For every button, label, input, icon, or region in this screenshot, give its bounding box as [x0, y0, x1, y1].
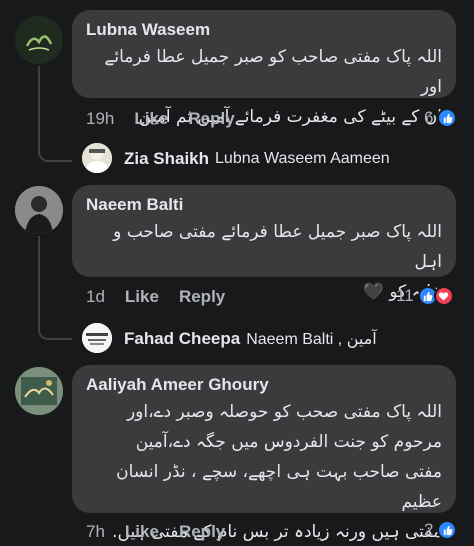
comment-actions: 1d Like Reply: [86, 287, 225, 307]
comments-page: Lubna Waseem اللہ پاک مفتی صاحب کو صبر ج…: [0, 0, 474, 546]
comment-text-line: اللہ پاک مفتی صاحب کو صبر جمیل عطا فرمائ…: [104, 47, 442, 97]
like-reaction-icon: [437, 108, 458, 128]
comment-bubble-lubna: Lubna Waseem اللہ پاک مفتی صاحب کو صبر ج…: [72, 10, 456, 127]
like-button[interactable]: Like: [125, 287, 159, 307]
reply-zia: Zia Shaikh Lubna Waseem Aameen: [124, 149, 390, 169]
reaction-summary[interactable]: 6: [424, 108, 458, 128]
thread-connector: [38, 66, 72, 162]
love-reaction-icon: [433, 286, 454, 306]
comment-text-line: مفتی صاحب بہت ہی اچھے، سچے ، نڈر انسان ع…: [116, 462, 442, 512]
reply-button[interactable]: Reply: [179, 522, 225, 542]
comment-bubble-naeem: Naeem Balti اللہ پاک صبر جمیل عطا فرمائے…: [72, 185, 456, 302]
comment-author[interactable]: Naeem Balti: [86, 195, 442, 215]
comment-text-line: اللہ پاک مفتی صحب کو حوصلہ وصبر دے،اور: [126, 402, 442, 422]
comment-bubble-aaliyah: Aaliyah Ameer Ghoury اللہ پاک مفتی صحب ک…: [72, 365, 456, 542]
like-button[interactable]: Like: [134, 109, 168, 129]
reaction-summary[interactable]: 11: [396, 286, 454, 306]
reply-text: Lubna Waseem Aameen: [215, 150, 390, 167]
comment-author[interactable]: Aaliyah Ameer Ghoury: [86, 375, 442, 395]
reaction-summary[interactable]: 2: [424, 520, 458, 540]
comment-author[interactable]: Lubna Waseem: [86, 20, 442, 40]
like-button[interactable]: Like: [125, 522, 159, 542]
comment-timestamp[interactable]: 1d: [86, 287, 105, 307]
like-reaction-icon: [437, 520, 458, 540]
lubna-avatar[interactable]: [15, 16, 63, 64]
comment-timestamp[interactable]: 19h: [86, 109, 114, 129]
comment-actions: 19h Like Reply: [86, 109, 235, 129]
reply-text: Naeem Balti , آمین: [246, 331, 377, 348]
zia-avatar[interactable]: [82, 143, 112, 173]
reply-fahad: Fahad Cheepa Naeem Balti , آمین: [124, 329, 377, 349]
comment-timestamp[interactable]: 7h: [86, 522, 105, 542]
reply-author[interactable]: Fahad Cheepa: [124, 329, 240, 349]
thread-connector: [38, 236, 72, 340]
reply-button[interactable]: Reply: [188, 109, 234, 129]
comment-text-line: اللہ پاک صبر جمیل عطا فرمائے مفتی صاحب و…: [113, 222, 442, 272]
naeem-avatar[interactable]: [15, 186, 63, 234]
black-heart-emoji: 🖤: [362, 282, 384, 302]
aaliyah-avatar[interactable]: [15, 367, 63, 415]
comment-text-line: مرحوم کو جنت الفردوس میں جگہ دے،آمین: [135, 432, 442, 452]
reply-author[interactable]: Zia Shaikh: [124, 149, 209, 169]
reaction-count: 2: [424, 520, 434, 539]
reaction-count: 11: [396, 286, 414, 305]
comment-actions: 7h Like Reply: [86, 522, 225, 542]
reply-button[interactable]: Reply: [179, 287, 225, 307]
fahad-avatar[interactable]: [82, 323, 112, 353]
reaction-count: 6: [424, 108, 434, 127]
